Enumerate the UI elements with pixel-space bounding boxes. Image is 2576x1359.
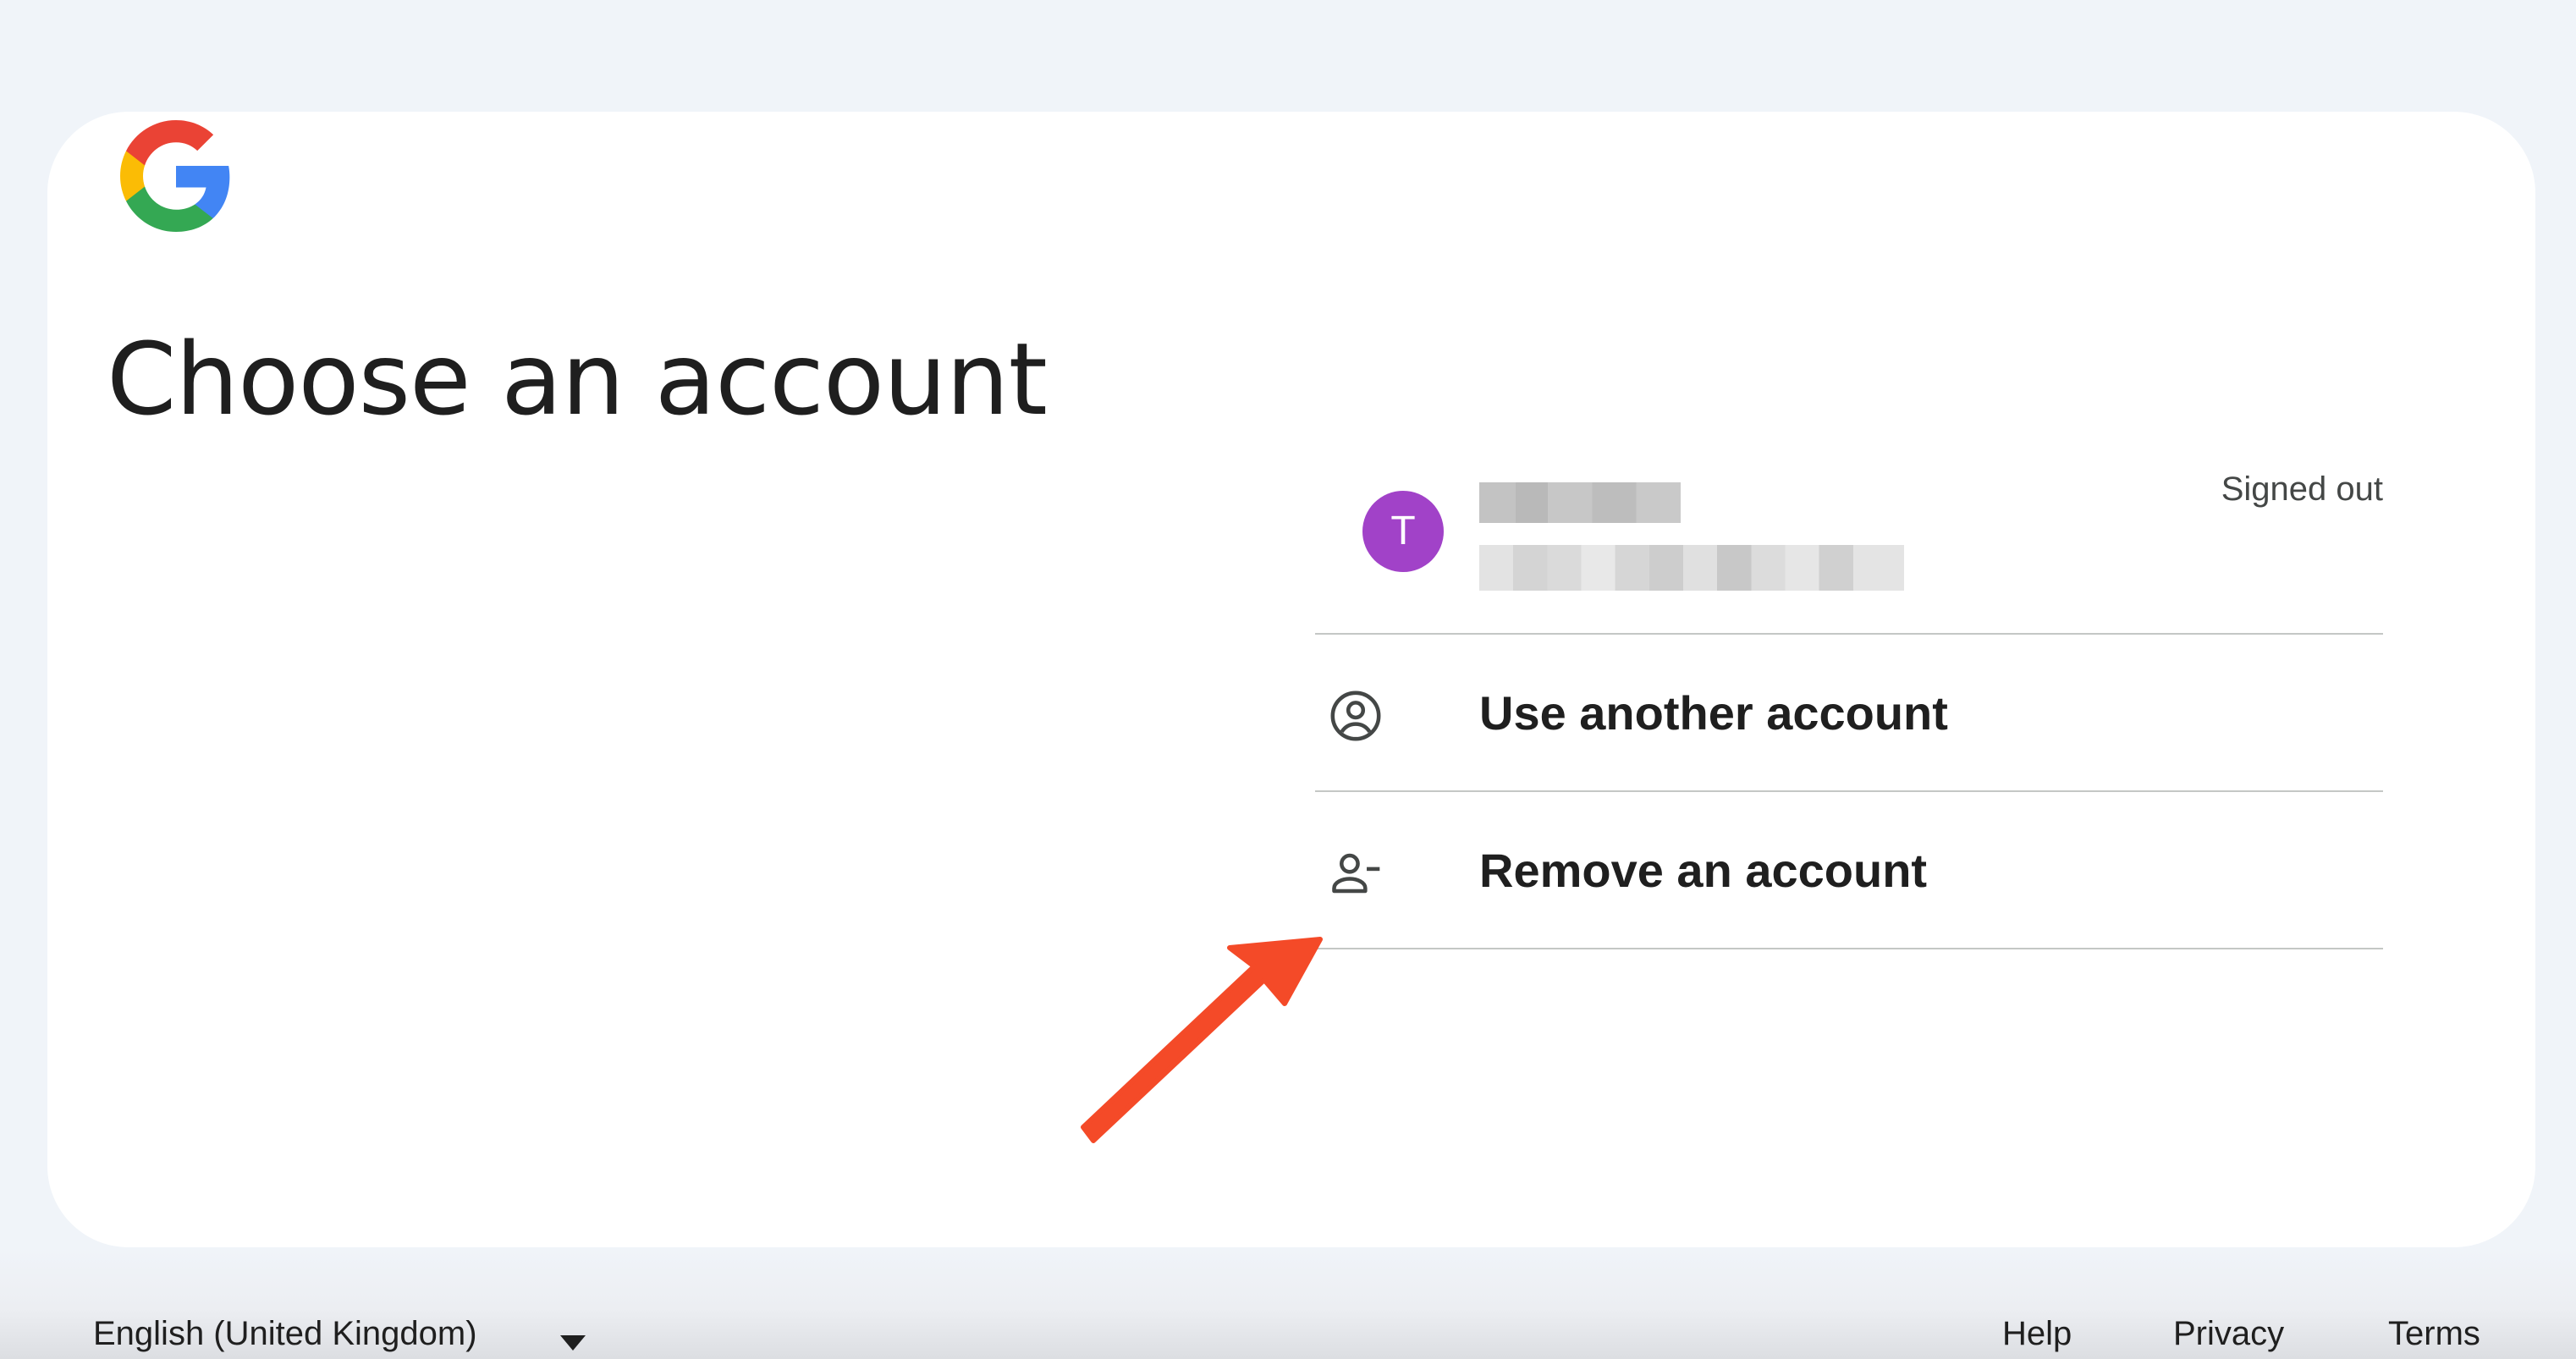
signed-out-status: Signed out: [2221, 470, 2383, 508]
use-another-account-button[interactable]: Use another account: [1315, 635, 2383, 792]
footer: English (United Kingdom) Help Privacy Te…: [0, 1247, 2576, 1359]
person-remove-icon: [1332, 853, 1380, 894]
account-item[interactable]: T Signed out: [1315, 415, 2383, 635]
language-select[interactable]: English (United Kingdom): [93, 1315, 477, 1353]
privacy-link[interactable]: Privacy: [2173, 1315, 2284, 1353]
account-email-redacted: [1479, 545, 1904, 591]
account-name-redacted: [1479, 482, 1681, 523]
account-circle-icon: [1330, 691, 1381, 741]
dropdown-arrow-icon[interactable]: [560, 1335, 586, 1351]
pointer-arrow-annotation: [1081, 937, 1323, 1143]
account-list: T Signed out Use another account Remove …: [1315, 415, 2383, 949]
help-link[interactable]: Help: [2002, 1315, 2072, 1353]
google-logo-icon: [120, 120, 230, 232]
avatar: T: [1362, 491, 1444, 572]
remove-account-button[interactable]: Remove an account: [1315, 792, 2383, 949]
remove-account-label: Remove an account: [1479, 844, 1928, 897]
use-another-account-label: Use another account: [1479, 686, 1948, 740]
terms-link[interactable]: Terms: [2388, 1315, 2480, 1353]
page-title: Choose an account: [107, 321, 1048, 437]
